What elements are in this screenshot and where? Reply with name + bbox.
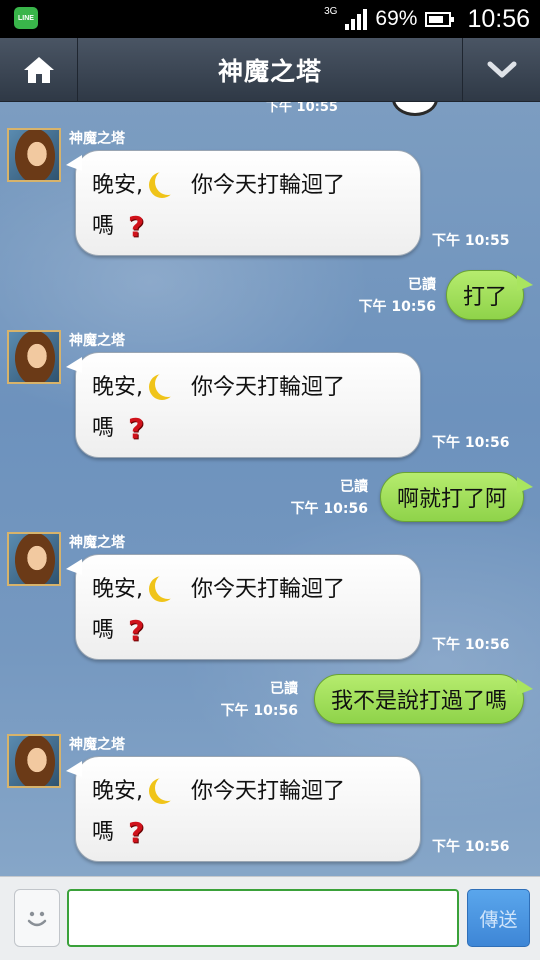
incoming-message: 神魔之塔 晚安, 你今天打輪迴了 嗎? 下午 10:55 [0,102,540,256]
emoji-button[interactable] [14,889,60,947]
read-receipt: 已讀 [408,277,436,293]
message-text: 你今天打輪迴了 [191,779,346,804]
chat-area[interactable]: 下午 10:55 神魔之塔 晚安, 你今天打輪迴了 嗎? 下午 10:55 已讀 … [0,102,540,876]
incoming-bubble[interactable]: 晚安, 你今天打輪迴了 嗎? [66,756,421,862]
sender-name: 神魔之塔 [69,333,125,349]
network-type: 3G [324,5,338,17]
message-text: 晚安, [92,173,143,198]
moon-icon [155,371,181,397]
avatar[interactable] [7,128,61,182]
sender-name: 神魔之塔 [69,535,125,551]
menu-dropdown-button[interactable] [462,38,540,102]
chat-title: 神魔之塔 [217,57,322,86]
message-time: 下午 10:56 [432,839,510,855]
read-receipt: 已讀 [270,681,298,697]
message-time: 下午 10:55 [432,233,510,249]
message-text: 晚安, [92,577,143,602]
battery-icon [425,11,455,27]
sender-name: 神魔之塔 [69,131,125,147]
chevron-down-icon [487,61,516,78]
send-button[interactable]: 傳送 [467,889,530,947]
moon-icon [155,573,181,599]
incoming-bubble[interactable]: 晚安, 你今天打輪迴了 嗎? [66,352,421,458]
line-app-icon: LINE [14,7,38,29]
incoming-message: 神魔之塔 晚安, 你今天打輪迴了 嗎? 下午 10:56 [0,304,540,458]
sender-name: 神魔之塔 [69,737,125,753]
message-text: 嗎 [92,416,115,441]
message-text: 晚安, [92,375,143,400]
message-input[interactable] [67,889,459,947]
message-text: 晚安, [92,779,143,804]
incoming-message: 神魔之塔 晚安, 你今天打輪迴了 嗎? 下午 10:56 [0,506,540,660]
avatar[interactable] [7,532,61,586]
incoming-bubble[interactable]: 晚安, 你今天打輪迴了 嗎? [66,150,421,256]
question-mark-icon: ? [128,614,145,647]
home-button[interactable] [0,38,78,102]
clock: 10:56 [467,4,530,33]
chat-header: 神魔之塔 [0,38,540,102]
moon-icon [155,169,181,195]
question-mark-icon: ? [128,816,145,849]
message-time: 下午 10:56 [432,637,510,653]
message-text: 嗎 [92,618,115,643]
question-mark-icon: ? [128,210,145,243]
smiley-icon [27,911,47,927]
avatar[interactable] [7,734,61,788]
home-icon [23,57,54,83]
message-text: 你今天打輪迴了 [191,577,346,602]
status-bar: LINE 3G 69% 10:56 [0,0,540,38]
message-input-bar: 傳送 [0,876,540,960]
message-time: 下午 10:56 [432,435,510,451]
signal-icon [345,8,368,30]
message-text: 你今天打輪迴了 [191,375,346,400]
incoming-bubble[interactable]: 晚安, 你今天打輪迴了 嗎? [66,554,421,660]
read-receipt: 已讀 [340,479,368,495]
battery-percent: 69% [375,7,418,30]
moon-icon [155,775,181,801]
avatar[interactable] [7,330,61,384]
message-text: 你今天打輪迴了 [191,173,346,198]
status-indicators: 3G 69% 10:56 [324,0,530,38]
incoming-message: 神魔之塔 晚安, 你今天打輪迴了 嗎? 下午 10:56 [0,708,540,862]
message-text: 嗎 [92,214,115,239]
question-mark-icon: ? [128,412,145,445]
message-text: 嗎 [92,820,115,845]
